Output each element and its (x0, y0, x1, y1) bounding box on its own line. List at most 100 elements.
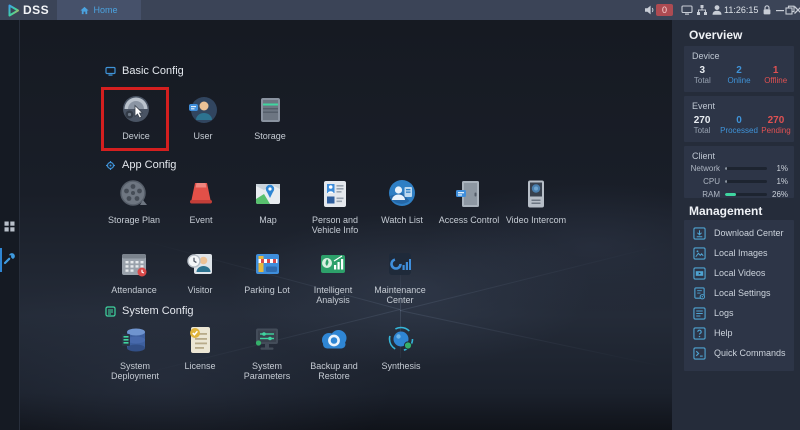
basic-config-icon (105, 66, 116, 77)
home-icon (80, 6, 89, 15)
synthesis-orbit-icon (383, 322, 419, 358)
mgmt-item-label: Local Settings (714, 288, 771, 298)
network-topology-icon[interactable] (696, 4, 708, 16)
titlebar: DSS Home 0 11:26:15 (0, 0, 800, 20)
image-icon (693, 247, 706, 260)
card-title: Event (684, 96, 794, 111)
close-button[interactable] (792, 4, 800, 16)
app-tile-video-intercom[interactable]: Video Intercom (503, 176, 569, 225)
lock-icon[interactable] (761, 4, 773, 16)
user-avatar-icon (185, 92, 221, 128)
app-tile-synthesis[interactable]: Synthesis (368, 322, 434, 371)
card-title: Device (684, 46, 794, 61)
meter-network: Network 1% (684, 163, 788, 174)
map-icon (250, 176, 286, 212)
app-tile-storage[interactable]: Storage (237, 92, 303, 141)
storage-server-icon (252, 92, 288, 128)
annotation-highlight-box (101, 87, 169, 151)
parking-barrier-icon (249, 246, 285, 282)
app-tile-access-control[interactable]: Access Control (436, 176, 502, 225)
app-tile-visitor[interactable]: Visitor (167, 246, 233, 295)
app-tile-intelligent-analysis[interactable]: Intelligent Analysis (300, 246, 366, 305)
app-tile-watch-list[interactable]: Watch List (369, 176, 435, 225)
tab-home[interactable]: Home (57, 0, 141, 20)
app-tile-label: Event (168, 215, 234, 225)
app-tile-system-parameters[interactable]: System Parameters (234, 322, 300, 381)
stat-event-total: 270 Total (684, 115, 720, 136)
card-title: Client (684, 146, 794, 161)
person-vehicle-card-icon (317, 176, 353, 212)
download-icon (693, 227, 706, 240)
section-header-app-config: App Config (105, 159, 176, 171)
mgmt-item-download-center[interactable]: Download Center (684, 223, 794, 243)
overview-device-card: Device 3 Total 2 Online 1 Offline (684, 46, 794, 92)
app-tile-map[interactable]: Map (235, 176, 301, 225)
app-tile-label: Synthesis (368, 361, 434, 371)
stat-device-online: 2 Online (721, 65, 758, 86)
network-meter-bar (725, 167, 767, 170)
app-tile-attendance[interactable]: Attendance (101, 246, 167, 295)
apps-grid-icon[interactable] (3, 220, 16, 233)
cpu-meter-bar (725, 180, 767, 183)
video-icon (693, 267, 706, 280)
help-icon (693, 327, 706, 340)
user-session-icon[interactable] (711, 4, 723, 16)
app-tile-backup-restore[interactable]: Backup and Restore (301, 322, 367, 381)
app-tile-storage-plan[interactable]: Storage Plan (101, 176, 167, 225)
alarm-count-badge[interactable]: 0 (656, 4, 673, 16)
log-doc-icon (693, 307, 706, 320)
app-config-icon (105, 160, 116, 171)
app-tile-label: Visitor (167, 285, 233, 295)
config-wrench-icon[interactable] (3, 252, 16, 265)
app-tile-label: Map (235, 215, 301, 225)
mgmt-item-local-settings[interactable]: Local Settings (684, 283, 794, 303)
app-tile-event[interactable]: Event (168, 176, 234, 225)
mgmt-item-label: Local Videos (714, 268, 765, 278)
overview-title: Overview (689, 28, 742, 42)
mgmt-item-quick-commands[interactable]: Quick Commands (684, 343, 794, 363)
watch-list-icon (384, 176, 420, 212)
visitor-icon (182, 246, 218, 282)
section-title: System Config (122, 305, 194, 317)
license-doc-icon (182, 322, 218, 358)
section-header-system-config: System Config (105, 305, 194, 317)
app-tile-label: System Deployment (102, 361, 168, 381)
left-rail (0, 20, 20, 430)
mgmt-item-label: Local Images (714, 248, 768, 258)
settings-doc-icon (693, 287, 706, 300)
app-tile-maintenance-center[interactable]: Maintenance Center (367, 246, 433, 305)
app-tile-label: Storage Plan (101, 215, 167, 225)
management-card: Download Center Local Images Local Video… (684, 220, 794, 371)
ram-meter-bar (725, 193, 767, 196)
app-tile-label: Attendance (101, 285, 167, 295)
system-config-icon (105, 306, 116, 317)
app-tile-person-vehicle-info[interactable]: Person and Vehicle Info (302, 176, 368, 235)
backdrop-ray (400, 245, 662, 311)
mgmt-item-label: Quick Commands (714, 348, 786, 358)
app-tile-label: Person and Vehicle Info (302, 215, 368, 235)
app-tile-parking-lot[interactable]: Parking Lot (234, 246, 300, 295)
app-tile-user[interactable]: User (170, 92, 236, 141)
stat-event-pending: 270 Pending (758, 115, 794, 136)
app-tile-label: License (167, 361, 233, 371)
mgmt-item-local-images[interactable]: Local Images (684, 243, 794, 263)
app-tile-label: Maintenance Center (367, 285, 433, 305)
stat-device-offline: 1 Offline (757, 65, 794, 86)
client-monitor-icon[interactable] (681, 4, 693, 16)
calendar-icon (116, 246, 152, 282)
app-tile-system-deployment[interactable]: System Deployment (102, 322, 168, 381)
section-header-basic-config: Basic Config (105, 65, 184, 77)
mgmt-item-logs[interactable]: Logs (684, 303, 794, 323)
mgmt-item-label: Help (714, 328, 733, 338)
app-tile-label: Parking Lot (234, 285, 300, 295)
maintenance-dashboard-icon (382, 246, 418, 282)
app-tile-license[interactable]: License (167, 322, 233, 371)
app-tile-label: Backup and Restore (301, 361, 367, 381)
backdrop-ray (400, 310, 664, 367)
mgmt-item-help[interactable]: Help (684, 323, 794, 343)
meter-ram: RAM 26% (684, 189, 788, 200)
cloud-backup-icon (316, 322, 352, 358)
mgmt-item-local-videos[interactable]: Local Videos (684, 263, 794, 283)
alarm-speaker-icon[interactable] (644, 4, 656, 16)
terminal-icon (693, 347, 706, 360)
